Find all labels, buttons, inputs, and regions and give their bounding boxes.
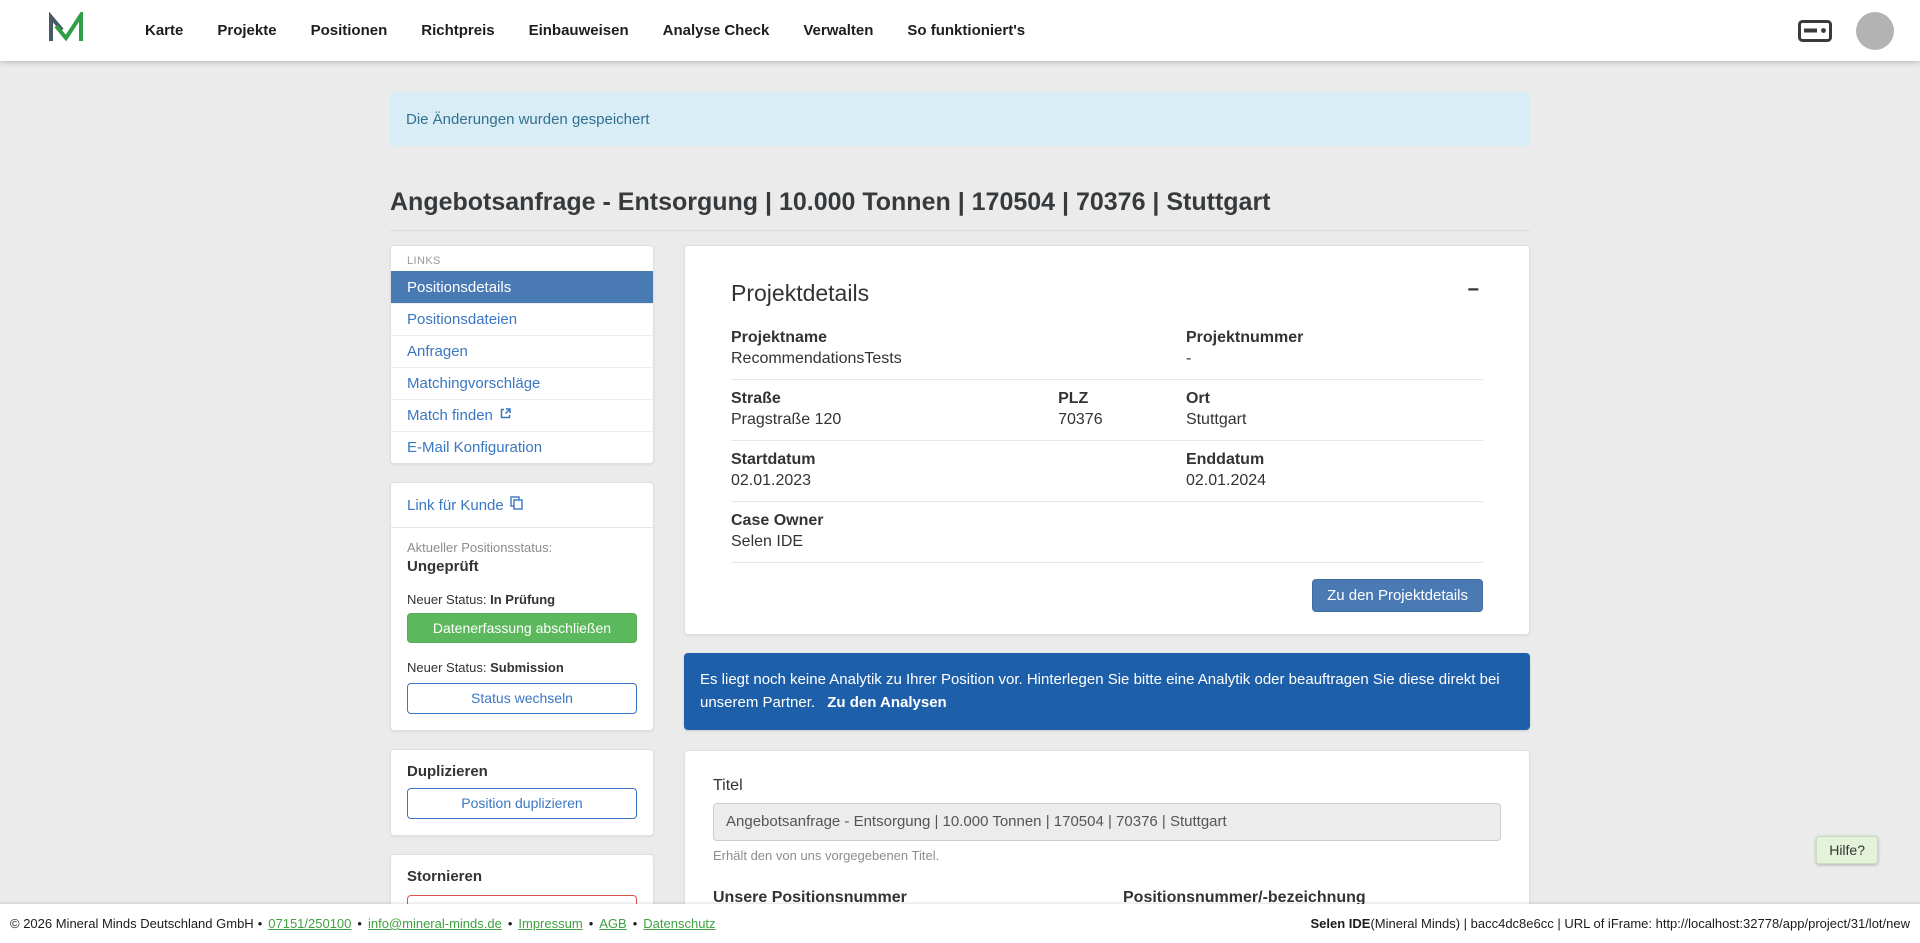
enddatum-label: Enddatum (1186, 451, 1483, 469)
nav-item-karte[interactable]: Karte (128, 22, 200, 39)
nav-item-einbauweisen[interactable]: Einbauweisen (512, 22, 646, 39)
case-owner-label: Case Owner (731, 512, 1186, 530)
analytics-link[interactable]: Zu den Analysen (827, 694, 946, 711)
titel-input (713, 803, 1501, 841)
links-card: LINKS Positionsdetails Positionsdateien … (390, 245, 654, 464)
footer-impressum-link[interactable]: Impressum (518, 916, 582, 931)
projektnummer-value: - (1186, 350, 1483, 368)
sidebar-item-match-finden[interactable]: Match finden (391, 399, 653, 431)
ort-value: Stuttgart (1186, 411, 1483, 429)
logo-icon (48, 12, 84, 49)
field-row: Projektname RecommendationsTests Projekt… (731, 319, 1483, 380)
external-link-icon (499, 407, 512, 424)
main-content: Projektdetails − Projektname Recommendat… (684, 245, 1530, 943)
customer-link[interactable]: Link für Kunde (407, 496, 523, 514)
divider (391, 527, 653, 528)
footer-copyright: © 2026 Mineral Minds Deutschland GmbH (10, 916, 254, 931)
new-status-2: Neuer Status: Submission (407, 660, 637, 675)
cancel-title: Stornieren (407, 868, 637, 885)
sidebar-item-anfragen[interactable]: Anfragen (391, 335, 653, 367)
nav-item-richtpreis[interactable]: Richtpreis (404, 22, 511, 39)
current-status-label: Aktueller Positionsstatus: (407, 540, 637, 555)
server-icon[interactable] (1798, 20, 1832, 42)
footer-session-info: Selen IDE (Mineral Minds) | bacc4dc8e6cc… (1310, 916, 1910, 931)
go-to-project-details-button[interactable]: Zu den Projektdetails (1312, 579, 1483, 612)
titel-label: Titel (713, 777, 1501, 795)
analytics-banner-text: Es liegt noch keine Analytik zu Ihrer Po… (700, 671, 1500, 711)
saved-alert: Die Änderungen wurden gespeichert (390, 92, 1530, 146)
links-header: LINKS (391, 246, 653, 271)
titel-help-text: Erhält den von uns vorgegebenen Titel. (713, 848, 1501, 863)
nav-item-so-funktionierts[interactable]: So funktioniert's (890, 22, 1042, 39)
sidebar-item-positionsdetails[interactable]: Positionsdetails (391, 271, 653, 303)
analytics-banner: Es liegt noch keine Analytik zu Ihrer Po… (684, 653, 1530, 730)
sidebar-item-matchingvorschlaege[interactable]: Matchingvorschläge (391, 367, 653, 399)
ort-label: Ort (1186, 390, 1483, 408)
user-avatar[interactable] (1856, 12, 1894, 50)
current-status-value: Ungeprüft (407, 558, 637, 575)
field-row: Straße Pragstraße 120 PLZ 70376 Ort Stut… (731, 380, 1483, 441)
footer-agb-link[interactable]: AGB (599, 916, 626, 931)
nav-item-analyse-check[interactable]: Analyse Check (646, 22, 787, 39)
project-details-title: Projektdetails (731, 280, 869, 307)
case-owner-value: Selen IDE (731, 533, 1186, 551)
page-title: Angebotsanfrage - Entsorgung | 10.000 To… (390, 188, 1530, 231)
mineral-minds-logo[interactable] (48, 12, 84, 49)
copy-icon (510, 496, 523, 514)
saved-alert-text: Die Änderungen wurden gespeichert (406, 111, 650, 128)
main-nav: Karte Projekte Positionen Richtpreis Ein… (128, 22, 1042, 39)
duplicate-card: Duplizieren Position duplizieren (390, 749, 654, 836)
plz-value: 70376 (1058, 411, 1186, 429)
duplicate-title: Duplizieren (407, 763, 637, 780)
plz-label: PLZ (1058, 390, 1186, 408)
duplicate-position-button[interactable]: Position duplizieren (407, 788, 637, 819)
status-card: Link für Kunde Aktueller Positionsstatus… (390, 482, 654, 731)
sidebar-item-positionsdateien[interactable]: Positionsdateien (391, 303, 653, 335)
footer: © 2026 Mineral Minds Deutschland GmbH • … (0, 904, 1920, 943)
navbar: Karte Projekte Positionen Richtpreis Ein… (0, 0, 1920, 61)
footer-datenschutz-link[interactable]: Datenschutz (643, 916, 715, 931)
field-row: Case Owner Selen IDE (731, 502, 1483, 563)
projektname-value: RecommendationsTests (731, 350, 1186, 368)
nav-item-verwalten[interactable]: Verwalten (786, 22, 890, 39)
project-details-card: Projektdetails − Projektname Recommendat… (684, 245, 1530, 635)
sidebar: LINKS Positionsdetails Positionsdateien … (390, 245, 654, 943)
projektname-label: Projektname (731, 329, 1186, 347)
complete-data-entry-button[interactable]: Datenerfassung abschließen (407, 613, 637, 644)
startdatum-label: Startdatum (731, 451, 1186, 469)
collapse-button[interactable]: − (1463, 280, 1483, 300)
switch-status-button[interactable]: Status wechseln (407, 683, 637, 714)
projektnummer-label: Projektnummer (1186, 329, 1483, 347)
sidebar-item-email-konfiguration[interactable]: E-Mail Konfiguration (391, 431, 653, 463)
new-status-1: Neuer Status: In Prüfung (407, 592, 637, 607)
nav-item-positionen[interactable]: Positionen (294, 22, 405, 39)
field-row: Startdatum 02.01.2023 Enddatum 02.01.202… (731, 441, 1483, 502)
startdatum-value: 02.01.2023 (731, 472, 1186, 490)
strasse-value: Pragstraße 120 (731, 411, 1058, 429)
page-body: Die Änderungen wurden gespeichert Angebo… (0, 61, 1920, 943)
footer-left: © 2026 Mineral Minds Deutschland GmbH • … (10, 916, 718, 931)
enddatum-value: 02.01.2024 (1186, 472, 1483, 490)
strasse-label: Straße (731, 390, 1058, 408)
help-button[interactable]: Hilfe? (1816, 836, 1878, 864)
nav-item-projekte[interactable]: Projekte (200, 22, 293, 39)
footer-phone-link[interactable]: 07151/250100 (268, 916, 351, 931)
footer-email-link[interactable]: info@mineral-minds.de (368, 916, 502, 931)
